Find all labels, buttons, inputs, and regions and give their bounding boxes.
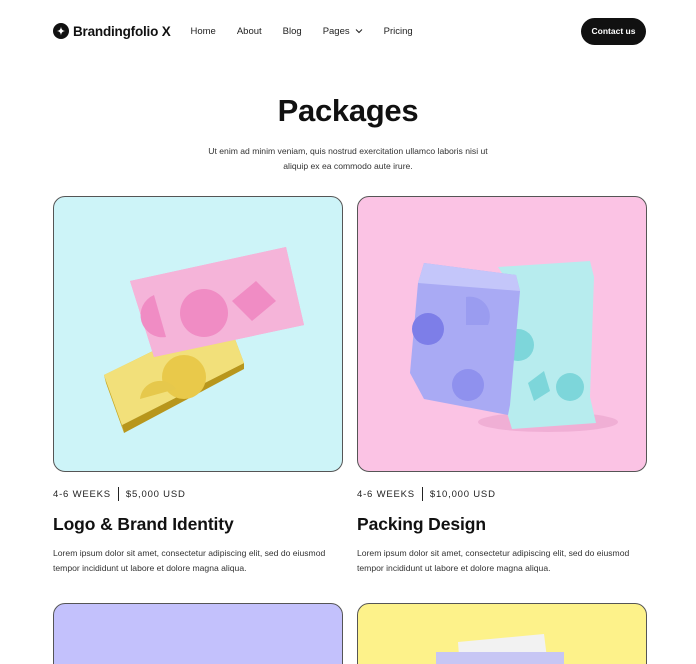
nav-link-pricing[interactable]: Pricing (384, 26, 413, 37)
package-image[interactable] (53, 603, 343, 664)
package-image[interactable] (357, 196, 647, 472)
package-description: Lorem ipsum dolor sit amet, consectetur … (357, 548, 630, 573)
package-meta: 4-6 WEEKS $5,000 USD (53, 487, 343, 501)
page-title: Packages (277, 93, 419, 128)
nav-link-home[interactable]: Home (191, 26, 216, 37)
package-image[interactable] (357, 603, 647, 664)
meta-divider (421, 487, 423, 501)
nav-link-pages[interactable]: Pages (323, 26, 363, 37)
page: Brandingfolio X Home About Blog Pages Pr… (0, 0, 696, 664)
package-card[interactable] (357, 603, 647, 664)
brand-name: Brandingfolio X (73, 23, 171, 39)
meta-divider (117, 487, 119, 501)
navbar: Brandingfolio X Home About Blog Pages Pr… (53, 17, 646, 45)
nav-link-blog[interactable]: Blog (283, 26, 302, 37)
nav-links: Home About Blog Pages Pricing (191, 26, 413, 37)
package-image[interactable] (53, 196, 343, 472)
package-meta: 4-6 WEEKS $10,000 USD (357, 487, 647, 501)
sparkle-logo-icon (53, 23, 69, 39)
pouches-illustration (410, 261, 618, 432)
package-duration: 4-6 WEEKS (357, 488, 415, 500)
package-duration: 4-6 WEEKS (53, 488, 111, 500)
package-title[interactable]: Logo & Brand Identity (53, 514, 343, 535)
package-price: $5,000 USD (125, 488, 186, 500)
package-title[interactable]: Packing Design (357, 514, 647, 535)
brand-logo[interactable]: Brandingfolio X (53, 23, 171, 39)
notebook-illustration (436, 634, 564, 664)
nav-link-pages-label: Pages (322, 25, 350, 37)
package-description: Lorem ipsum dolor sit amet, consectetur … (53, 548, 326, 573)
package-card[interactable]: 4-6 WEEKS $10,000 USD Packing Design Lor… (357, 196, 647, 575)
package-price: $10,000 USD (429, 488, 496, 500)
chevron-down-icon (355, 27, 363, 35)
package-card[interactable] (53, 603, 343, 664)
nav-link-about[interactable]: About (237, 26, 262, 37)
contact-us-button[interactable]: Contact us (581, 17, 646, 45)
business-cards-illustration (104, 247, 304, 433)
page-subtitle: Ut enim ad minim veniam, quis nostrud ex… (208, 146, 488, 171)
package-card[interactable]: 4-6 WEEKS $5,000 USD Logo & Brand Identi… (53, 196, 343, 575)
